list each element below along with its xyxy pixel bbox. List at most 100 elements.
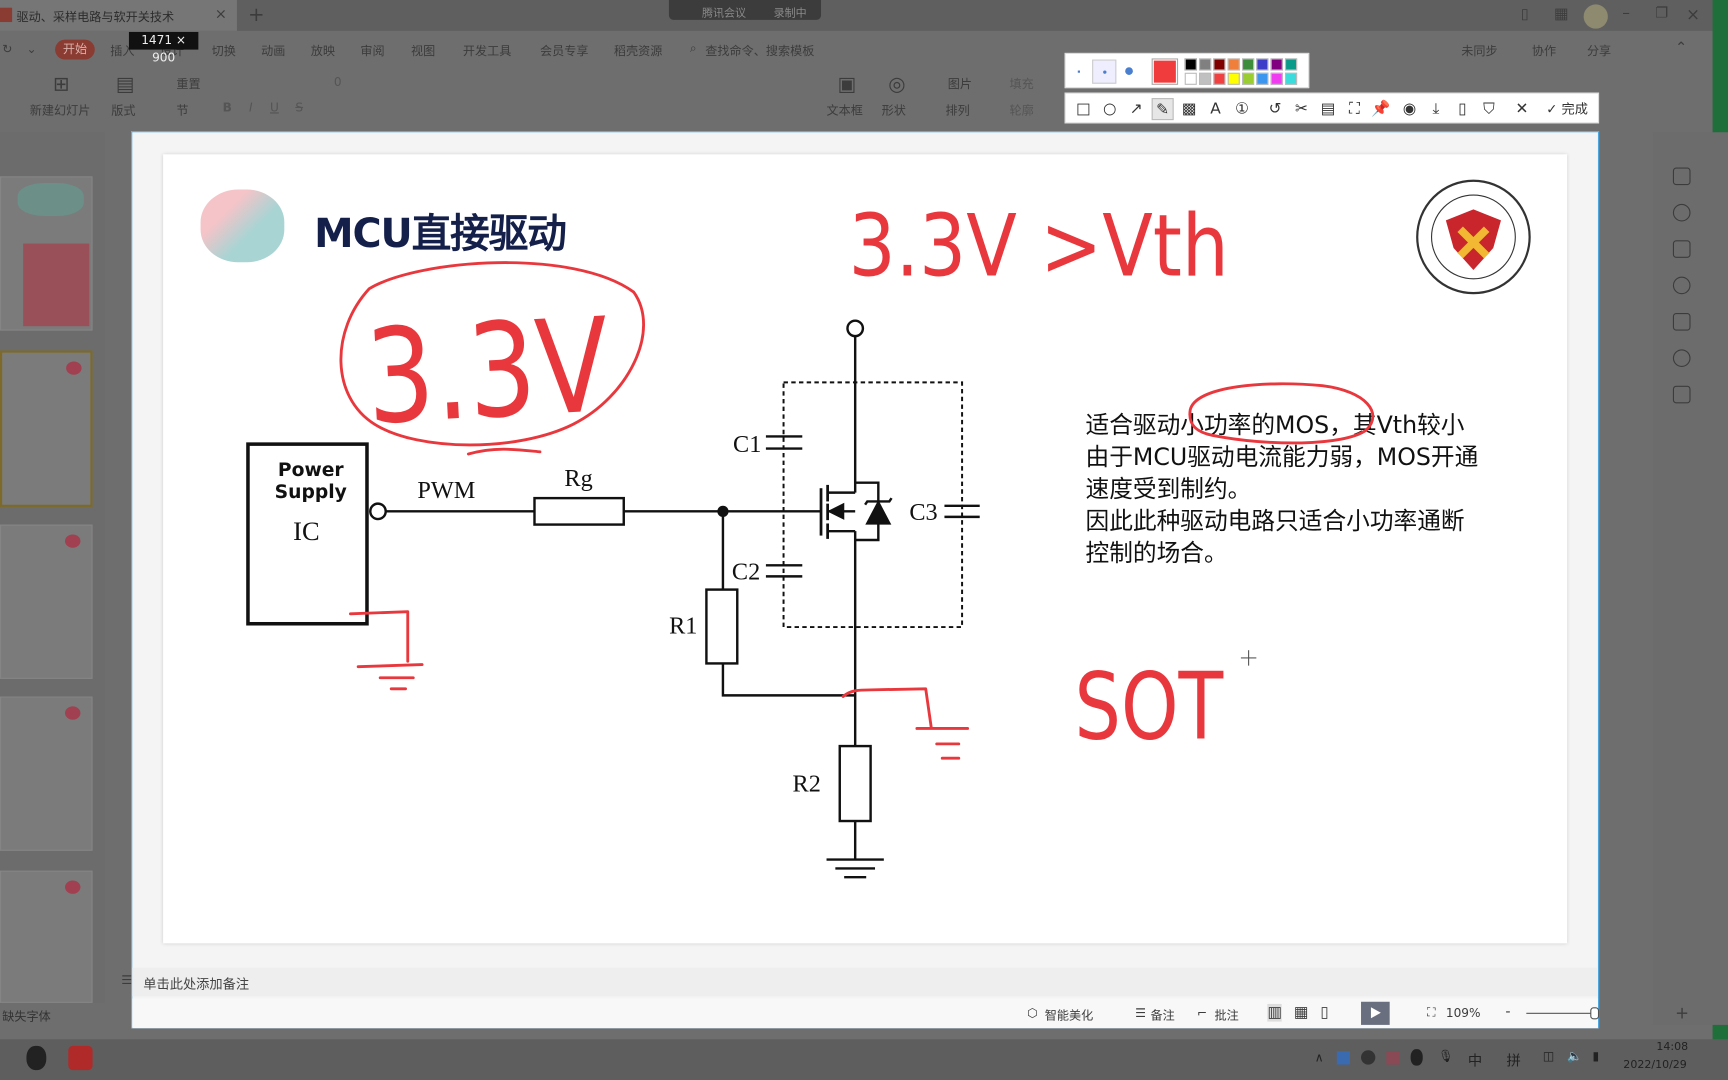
- done-button[interactable]: ✓ 完成: [1540, 98, 1595, 120]
- comment-button[interactable]: 批注: [1214, 1006, 1238, 1024]
- rectangle-tool-icon[interactable]: □: [1072, 98, 1094, 120]
- cancel-icon[interactable]: ✕: [1511, 98, 1533, 120]
- phone-icon[interactable]: ▯: [1451, 98, 1473, 120]
- ocr-icon[interactable]: ▤: [1317, 98, 1339, 120]
- tray-expand-icon[interactable]: ∧: [1315, 1050, 1324, 1064]
- zoom-slider[interactable]: [1526, 1012, 1595, 1014]
- notes-pane[interactable]: ☰ 单击此处添加备注: [121, 967, 1598, 997]
- notes-toggle-icon[interactable]: ☰: [121, 973, 132, 987]
- command-search[interactable]: 查找命令、搜索模板: [705, 42, 814, 60]
- microphone-icon[interactable]: 🎙: [1438, 1049, 1453, 1063]
- volume-icon[interactable]: 🔈: [1567, 1049, 1582, 1063]
- reset-button[interactable]: 重置: [176, 75, 200, 93]
- menu-slideshow[interactable]: 放映: [311, 42, 335, 60]
- qq-tray-icon[interactable]: [1410, 1049, 1423, 1066]
- arrange-button[interactable]: 排列: [946, 101, 970, 119]
- minimize-button[interactable]: –: [1622, 4, 1630, 22]
- fill-button[interactable]: 填充: [1009, 75, 1033, 93]
- sorter-view-icon[interactable]: ▦: [1294, 1004, 1309, 1022]
- color-swatch[interactable]: [1213, 58, 1226, 71]
- color-swatch[interactable]: [1213, 72, 1226, 85]
- section-button[interactable]: 节: [176, 101, 188, 119]
- mosaic-tool-icon[interactable]: ▩: [1178, 98, 1200, 120]
- undo-icon[interactable]: ↺: [1264, 98, 1286, 120]
- collapse-ribbon-icon[interactable]: ⌃: [1675, 40, 1687, 57]
- grid-icon[interactable]: ▦: [1554, 6, 1569, 24]
- underline-button[interactable]: U: [270, 100, 279, 114]
- normal-view-icon[interactable]: ▥: [1267, 1003, 1282, 1022]
- shape-button[interactable]: 形状: [882, 101, 906, 119]
- color-swatch[interactable]: [1184, 72, 1197, 85]
- new-slide-button[interactable]: 新建幻灯片: [30, 101, 91, 119]
- text-tool-icon[interactable]: A: [1205, 98, 1227, 120]
- textbox-button[interactable]: 文本框: [827, 101, 863, 119]
- tray-app-icon[interactable]: [1386, 1051, 1400, 1065]
- sync-status[interactable]: 未同步: [1461, 42, 1497, 60]
- beautify-button[interactable]: 智能美化: [1045, 1006, 1093, 1024]
- color-swatch[interactable]: [1227, 58, 1240, 71]
- ellipse-tool-icon[interactable]: ○: [1099, 98, 1121, 120]
- steam-icon[interactable]: [1361, 1050, 1376, 1065]
- meeting-widget[interactable]: 腾讯会议 录制中: [668, 0, 822, 20]
- menu-developer[interactable]: 开发工具: [463, 42, 511, 60]
- menu-transition[interactable]: 切换: [212, 42, 236, 60]
- menu-member[interactable]: 会员专享: [540, 42, 588, 60]
- picture-button[interactable]: 图片: [948, 75, 972, 93]
- new-tab-button[interactable]: +: [248, 3, 265, 26]
- color-swatch[interactable]: [1270, 58, 1283, 71]
- missing-font-button[interactable]: 缺失字体: [2, 1007, 50, 1025]
- color-swatch[interactable]: [1199, 72, 1212, 85]
- layout-button[interactable]: 版式: [111, 101, 135, 119]
- star-icon[interactable]: [1672, 203, 1691, 222]
- dropdown-icon[interactable]: ⌄: [26, 42, 36, 56]
- slide-thumbnail-current[interactable]: [0, 350, 93, 507]
- notes-button[interactable]: 备注: [1151, 1006, 1175, 1024]
- menu-review[interactable]: 审阅: [360, 42, 384, 60]
- network-icon[interactable]: ◫: [1543, 1049, 1554, 1063]
- slide-body-text[interactable]: 适合驱动小功率的MOS，其Vth较小 由于MCU驱动电流能力弱，MOS开通 速度…: [1086, 410, 1479, 570]
- close-button[interactable]: ×: [1686, 4, 1700, 24]
- tray-app-icon[interactable]: [1336, 1051, 1350, 1065]
- color-swatch[interactable]: [1184, 58, 1197, 71]
- slide-thumbnail[interactable]: [0, 870, 93, 1003]
- bookmark-icon[interactable]: ⛉: [1478, 98, 1500, 120]
- menu-animation[interactable]: 动画: [261, 42, 285, 60]
- download-icon[interactable]: ⤓: [1425, 98, 1447, 120]
- avatar[interactable]: [1583, 4, 1608, 29]
- pen-size-medium[interactable]: [1092, 59, 1117, 84]
- arrow-tool-icon[interactable]: ↗: [1125, 98, 1147, 120]
- zoom-in-button[interactable]: +: [1675, 1003, 1689, 1023]
- image-icon[interactable]: [1672, 312, 1691, 331]
- restore-button[interactable]: ❐: [1655, 6, 1668, 23]
- number-tool-icon[interactable]: ①: [1231, 98, 1253, 120]
- slide-title[interactable]: MCU直接驱动: [314, 202, 567, 259]
- color-swatch[interactable]: [1284, 72, 1298, 85]
- clock-time[interactable]: 14:08: [1656, 1041, 1688, 1053]
- color-swatch[interactable]: [1256, 72, 1269, 85]
- battery-icon[interactable]: ▮: [1592, 1049, 1599, 1063]
- ime-chinese[interactable]: 中: [1468, 1049, 1482, 1071]
- translate-icon[interactable]: ⛶: [1343, 98, 1365, 120]
- document-tab[interactable]: 驱动、采样电路与软开关技术 ×: [0, 0, 237, 31]
- color-swatch[interactable]: [1256, 58, 1269, 71]
- pin-icon[interactable]: 📌: [1370, 98, 1392, 120]
- color-swatch[interactable]: [1227, 72, 1240, 85]
- menu-view[interactable]: 视图: [411, 42, 435, 60]
- close-tab-icon[interactable]: ×: [215, 7, 227, 24]
- zoom-out-button[interactable]: -: [1505, 1004, 1510, 1021]
- color-swatch[interactable]: [1241, 72, 1255, 85]
- settings-sliders-icon[interactable]: [1672, 167, 1691, 186]
- bold-button[interactable]: B: [223, 100, 232, 114]
- pen-tool-icon[interactable]: ✎: [1151, 98, 1174, 121]
- zoom-slider-handle[interactable]: [1590, 1007, 1600, 1020]
- book-icon[interactable]: [1672, 385, 1691, 404]
- pen-size-large[interactable]: [1125, 67, 1133, 75]
- italic-button[interactable]: I: [249, 100, 253, 114]
- slide-thumbnail[interactable]: [0, 696, 93, 851]
- wps-icon[interactable]: [68, 1045, 93, 1071]
- ime-pinyin[interactable]: 拼: [1506, 1049, 1520, 1071]
- menu-docer[interactable]: 稻壳资源: [614, 42, 662, 60]
- color-swatch[interactable]: [1270, 72, 1283, 85]
- share-button[interactable]: 分享: [1587, 42, 1611, 60]
- reading-view-icon[interactable]: ▯: [1320, 1004, 1329, 1022]
